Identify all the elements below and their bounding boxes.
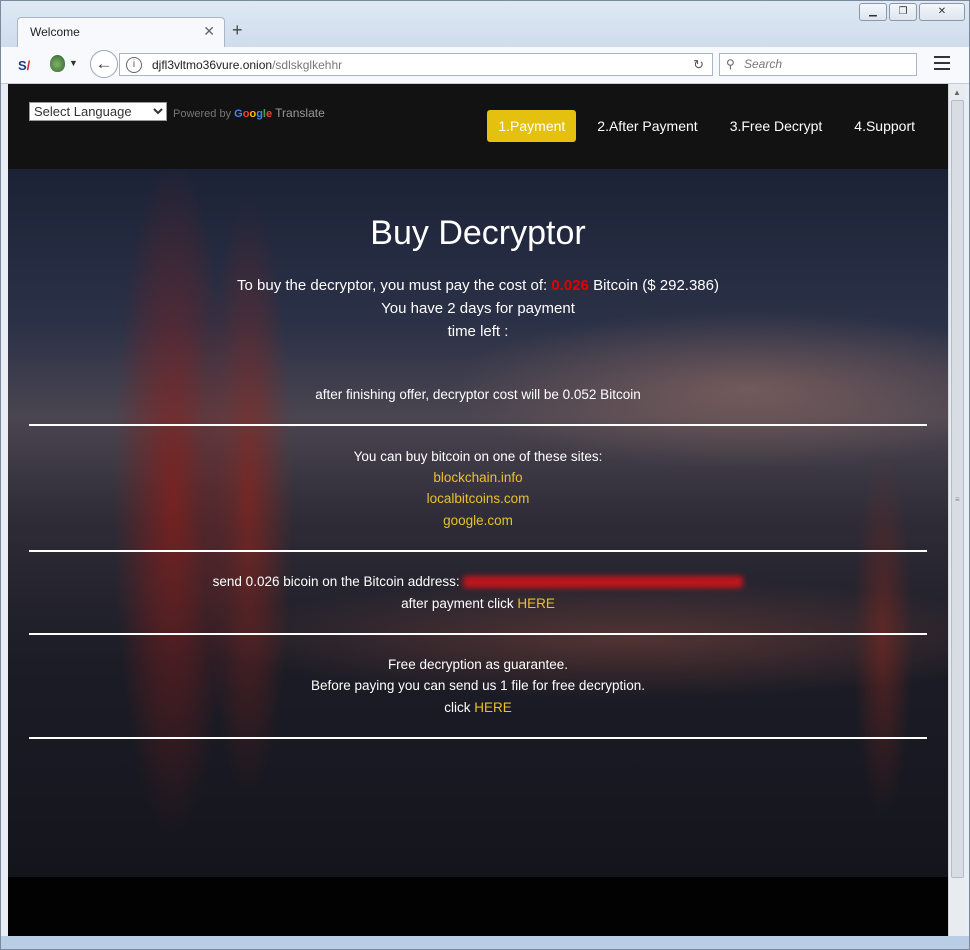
free-line-1: Free decryption as guarantee. (387, 657, 569, 672)
url-bar[interactable]: i djfl3vltmo36vure.onion/sdlskglkehhr ↻ (119, 53, 713, 76)
bitcoin-address-redacted (463, 576, 744, 589)
payment-section: Buy Decryptor To buy the decryptor, you … (8, 169, 948, 877)
nav-payment[interactable]: 1.Payment (487, 110, 577, 142)
site-header: Select Language Powered by Google Transl… (8, 84, 948, 169)
new-tab-icon[interactable]: + (232, 20, 243, 41)
free-line-2: Before paying you can send us 1 file for… (311, 678, 645, 693)
browser-toolbar: S/ ▼ ← i djfl3vltmo36vure.onion/sdlskglk… (1, 47, 969, 84)
search-input[interactable] (742, 56, 916, 72)
after-payment-here-link[interactable]: HERE (517, 596, 555, 611)
hero-background: Buy Decryptor To buy the decryptor, you … (8, 169, 948, 877)
language-select[interactable]: Select Language (29, 102, 167, 121)
time-left-label: time left : (447, 323, 509, 340)
page-footer (8, 877, 948, 936)
hamburger-menu-icon[interactable] (934, 56, 950, 74)
divider (29, 424, 927, 426)
site-link-localbitcoins[interactable]: localbitcoins.com (427, 491, 530, 506)
addon-s-icon[interactable]: S/ (18, 58, 30, 73)
site-link-blockchain[interactable]: blockchain.info (433, 470, 522, 485)
free-click-line: click HERE (8, 700, 948, 715)
buy-sites-intro: You can buy bitcoin on one of these site… (353, 449, 603, 464)
after-payment-line: after payment click HERE (8, 596, 948, 611)
back-button[interactable]: ← (90, 50, 118, 78)
chevron-down-icon[interactable]: ▼ (69, 58, 78, 68)
url-host: djfl3vltmo36vure.onion (152, 58, 273, 72)
minimize-icon[interactable]: ▁ (859, 3, 887, 21)
maximize-icon[interactable]: ❐ (889, 3, 917, 21)
page-viewport: Select Language Powered by Google Transl… (8, 84, 948, 936)
nav-after-payment[interactable]: 2.After Payment (586, 110, 708, 142)
title-bar: Welcome ✕ + ▁ ❐ ✕ (1, 1, 969, 47)
powered-by-text: Powered by (173, 108, 232, 120)
cost-prefix: To buy the decryptor, you must pay the c… (237, 277, 548, 294)
cost-line: To buy the decryptor, you must pay the c… (8, 277, 948, 294)
after-offer-text: after finishing offer, decryptor cost wi… (315, 387, 641, 402)
info-icon[interactable]: i (126, 57, 142, 73)
cost-btc: 0.026 (551, 277, 589, 294)
scroll-thumb[interactable]: ≡ (951, 100, 964, 878)
close-tab-icon[interactable]: ✕ (203, 23, 215, 40)
tab-title: Welcome (30, 25, 80, 39)
after-payment-prefix: after payment click (401, 596, 514, 611)
click-prefix: click (444, 700, 471, 715)
divider (29, 737, 927, 739)
nav-support[interactable]: 4.Support (843, 110, 926, 142)
url-text: djfl3vltmo36vure.onion/sdlskglkehhr (152, 58, 342, 72)
cost-suffix: Bitcoin ($ 292.386) (593, 277, 719, 294)
scroll-up-icon[interactable]: ▲ (953, 88, 961, 97)
nav-free-decrypt[interactable]: 3.Free Decrypt (719, 110, 834, 142)
translate-link[interactable]: Translate (275, 106, 325, 120)
powered-by-google: Powered by Google Translate (173, 106, 325, 120)
close-window-icon[interactable]: ✕ (919, 3, 965, 21)
reload-icon[interactable]: ↻ (693, 57, 704, 73)
divider (29, 550, 927, 552)
search-box[interactable]: ⚲ (719, 53, 917, 76)
days-text: You have 2 days for payment (381, 300, 575, 317)
vertical-scrollbar[interactable]: ▲ ≡ (948, 84, 965, 936)
divider (29, 633, 927, 635)
browser-tab[interactable]: Welcome ✕ (17, 17, 225, 47)
window-controls: ▁ ❐ ✕ (859, 3, 965, 21)
free-decrypt-here-link[interactable]: HERE (474, 700, 512, 715)
send-address-line: send 0.026 bicoin on the Bitcoin address… (8, 574, 948, 589)
google-logo: Google (234, 108, 273, 120)
grip-icon: ≡ (955, 495, 960, 504)
site-link-google[interactable]: google.com (443, 513, 513, 528)
window-bottom-edge (1, 936, 969, 949)
search-icon: ⚲ (726, 57, 735, 71)
browser-window: Welcome ✕ + ▁ ❐ ✕ S/ ▼ ← i djfl3vltmo36v… (0, 0, 970, 950)
page-title: Buy Decryptor (370, 214, 586, 252)
url-path: /sdlskglkehhr (272, 58, 343, 72)
tor-onion-icon[interactable] (50, 55, 65, 72)
arrow-left-icon: ← (95, 54, 113, 73)
send-text: send 0.026 bicoin on the Bitcoin address… (212, 574, 460, 589)
site-nav: 1.Payment 2.After Payment 3.Free Decrypt… (487, 110, 926, 142)
